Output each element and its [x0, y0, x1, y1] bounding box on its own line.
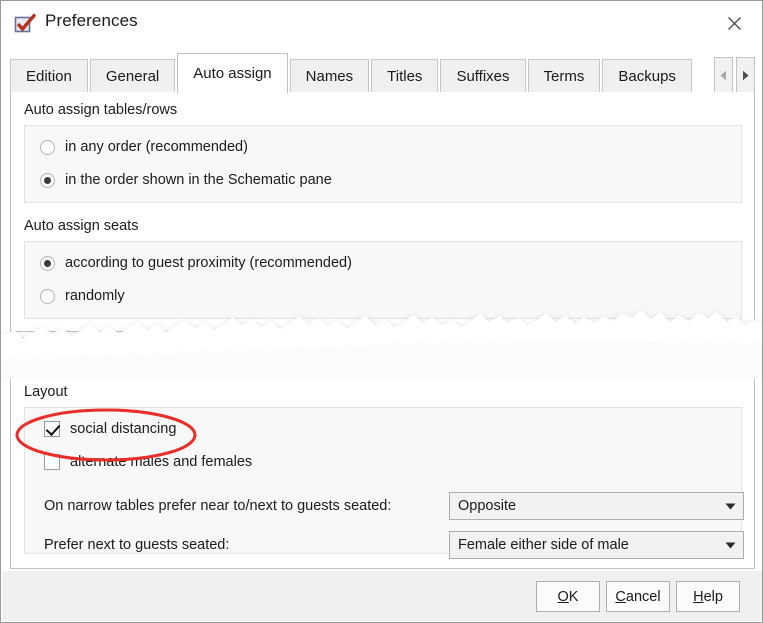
window-title: Preferences — [45, 11, 138, 30]
group-auto-assign-seats: according to guest proximity (recommende… — [24, 241, 742, 319]
field-label-narrow-tables: On narrow tables prefer near to/next to … — [44, 492, 391, 520]
field-label: Prefer next to guests seated: — [44, 537, 230, 553]
tab-label: General — [105, 68, 160, 85]
auto-assign-panel-upper: Auto assign tables/rows in any order (re… — [10, 92, 755, 332]
button-bar: OK Cancel Help — [536, 581, 740, 612]
option-label: randomly — [65, 288, 125, 304]
tab-label: Titles — [387, 68, 423, 85]
title-bar: Preferences — [1, 1, 762, 45]
checkbox-indicator — [44, 454, 60, 470]
tab-names[interactable]: Names — [289, 59, 370, 93]
checkbox-alternate-males-females[interactable]: alternate males and females — [44, 454, 252, 470]
checkbox-indicator — [44, 421, 60, 437]
field-label-prefer-next-to: Prefer next to guests seated: — [44, 531, 229, 559]
help-button[interactable]: Help — [676, 581, 740, 612]
group-label-auto-assign-tables: Auto assign tables/rows — [24, 102, 178, 118]
radio-in-any-order[interactable]: in any order (recommended) — [40, 139, 248, 155]
tab-label: Edition — [26, 68, 72, 85]
tab-titles[interactable]: Titles — [371, 59, 439, 93]
checkbox-label: social distancing — [70, 421, 177, 437]
tab-auto-assign[interactable]: Auto assign — [177, 53, 288, 93]
close-button[interactable] — [712, 7, 756, 39]
radio-guest-proximity[interactable]: according to guest proximity (recommende… — [40, 255, 352, 271]
dialog-footer: OK Cancel Help — [2, 571, 762, 621]
tab-suffixes[interactable]: Suffixes — [440, 59, 526, 93]
group-auto-assign-tables: in any order (recommended) in the order … — [24, 125, 742, 203]
tab-edition[interactable]: Edition — [10, 59, 88, 93]
dropdown-value: Opposite — [458, 498, 517, 514]
tab-strip: Edition General Auto assign Names Titles… — [10, 53, 755, 93]
option-label: in the order shown in the Schematic pane — [65, 172, 332, 188]
ok-rest: K — [568, 588, 579, 605]
help-rest: elp — [703, 588, 723, 605]
tab-label: Suffixes — [456, 68, 510, 85]
radio-indicator — [40, 139, 55, 155]
tab-scroll-right-button[interactable] — [736, 57, 755, 93]
option-label: in any order (recommended) — [65, 139, 248, 155]
preferences-dialog: Preferences Edition General Auto assign … — [0, 0, 763, 623]
radio-indicator — [40, 172, 55, 188]
chevron-left-icon — [720, 70, 726, 80]
checkbox-label: alternate males and females — [70, 454, 253, 470]
radio-indicator — [40, 255, 55, 271]
tab-label: Terms — [543, 68, 585, 85]
cancel-rest: ancel — [625, 588, 661, 605]
auto-assign-panel-lower: never split couples Layout social distan… — [10, 337, 755, 569]
chevron-right-icon — [743, 70, 749, 80]
dropdown-value: Female either side of male — [458, 537, 629, 553]
ok-accel: O — [557, 588, 569, 605]
field-label: On narrow tables prefer near to/next to … — [44, 498, 392, 514]
option-label: according to guest proximity (recommende… — [65, 255, 352, 271]
cancel-accel: C — [615, 588, 626, 605]
ok-button[interactable]: OK — [536, 581, 600, 612]
chevron-down-icon — [717, 503, 743, 510]
tab-backups[interactable]: Backups — [602, 59, 692, 93]
tab-scroll-controls — [714, 57, 755, 93]
tab-label: Backups — [618, 68, 676, 85]
chevron-down-icon — [717, 542, 743, 549]
group-label-auto-assign-seats: Auto assign seats — [24, 218, 139, 234]
group-label-layout: Layout — [24, 384, 68, 400]
dropdown-prefer-next-to-guests[interactable]: Female either side of male — [449, 531, 744, 559]
checkbox-check-icon — [14, 13, 38, 35]
radio-randomly[interactable]: randomly — [40, 288, 125, 304]
checkbox-social-distancing[interactable]: social distancing — [44, 421, 176, 437]
tab-scroll-left-button[interactable] — [714, 57, 733, 93]
cancel-button[interactable]: Cancel — [606, 581, 670, 612]
tab-label: Auto assign — [193, 65, 272, 82]
radio-in-schematic-order[interactable]: in the order shown in the Schematic pane — [40, 172, 332, 188]
dropdown-narrow-tables-preference[interactable]: Opposite — [449, 492, 744, 520]
tab-terms[interactable]: Terms — [527, 59, 601, 93]
tab-list: Edition General Auto assign Names Titles… — [10, 53, 694, 93]
group-layout: social distancing alternate males and fe… — [24, 407, 744, 559]
tab-label: Names — [305, 68, 354, 85]
radio-indicator — [40, 288, 55, 304]
tab-general[interactable]: General — [89, 59, 176, 93]
clipped-group-remnant: never split couples — [24, 341, 742, 364]
clipped-row-text: never split couples — [85, 341, 206, 357]
help-accel: H — [693, 588, 704, 605]
